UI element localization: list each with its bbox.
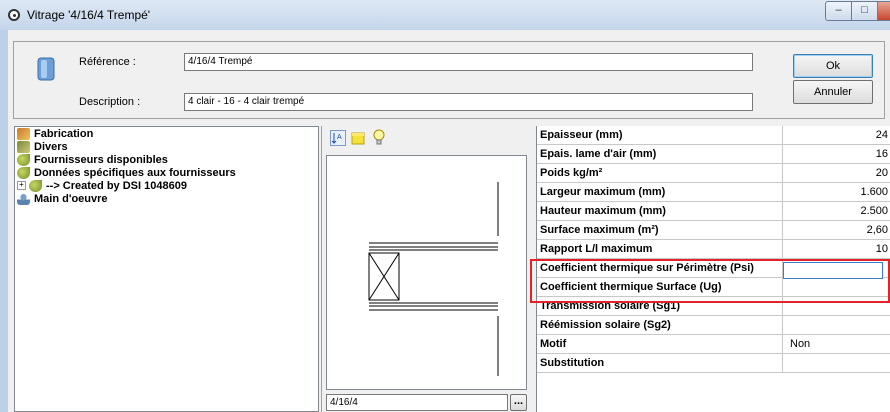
- highlight-box: [530, 259, 890, 303]
- tree-item-label: Fournisseurs disponibles: [34, 154, 168, 166]
- property-row[interactable]: Substitution: [537, 354, 890, 373]
- property-value[interactable]: 20: [784, 164, 890, 183]
- lightbulb-icon[interactable]: [371, 129, 387, 145]
- property-value[interactable]: [784, 316, 890, 335]
- tree-item-created-by[interactable]: + --> Created by DSI 1048609: [17, 180, 187, 193]
- supplier-data-icon: [17, 167, 30, 179]
- property-name: Poids kg/m²: [537, 164, 783, 183]
- dialog-window: Vitrage '4/16/4 Trempé' – □ X Référence …: [0, 0, 890, 412]
- property-value[interactable]: 24: [784, 126, 890, 145]
- tree-item-label: --> Created by DSI 1048609: [46, 180, 187, 192]
- maximize-button[interactable]: □: [851, 1, 878, 21]
- glazing-preview-canvas: [326, 155, 527, 390]
- created-icon: [29, 180, 42, 192]
- property-row[interactable]: Largeur maximum (mm) 1.600: [537, 183, 890, 202]
- tree-item-label: Divers: [34, 141, 68, 153]
- tree-item-label: Main d'oeuvre: [34, 193, 108, 205]
- property-name: Motif: [537, 335, 783, 354]
- property-value[interactable]: 2,60: [784, 221, 890, 240]
- glazing-section-drawing: [368, 182, 499, 376]
- property-row[interactable]: Epaisseur (mm) 24: [537, 126, 890, 145]
- reference-field[interactable]: 4/16/4 Trempé: [184, 53, 753, 71]
- tree-item-fabrication[interactable]: Fabrication: [17, 128, 93, 141]
- property-value[interactable]: 1.600: [784, 183, 890, 202]
- property-value[interactable]: 16: [784, 145, 890, 164]
- glazing-icon: [37, 57, 55, 81]
- property-row[interactable]: Surface maximum (m²) 2,60: [537, 221, 890, 240]
- app-icon: [8, 9, 20, 21]
- suppliers-icon: [17, 154, 30, 166]
- expand-icon[interactable]: +: [17, 181, 26, 190]
- tree-panel: Fabrication Divers Fournisseurs disponib…: [14, 126, 319, 412]
- property-value[interactable]: 10: [784, 240, 890, 259]
- glazing-code-field[interactable]: 4/16/4: [326, 394, 508, 411]
- tree-item-divers[interactable]: Divers: [17, 141, 68, 154]
- property-value[interactable]: Non: [784, 335, 890, 354]
- property-row[interactable]: Motif Non: [537, 335, 890, 354]
- tree-item-label: Données spécifiques aux fournisseurs: [34, 167, 236, 179]
- property-value[interactable]: 2.500: [784, 202, 890, 221]
- property-row[interactable]: Hauteur maximum (mm) 2.500: [537, 202, 890, 221]
- property-row[interactable]: Epais. lame d'air (mm) 16: [537, 145, 890, 164]
- property-name: Epais. lame d'air (mm): [537, 145, 783, 164]
- svg-text:A: A: [337, 134, 342, 141]
- property-name: Surface maximum (m²): [537, 221, 783, 240]
- sort-icon[interactable]: A: [330, 130, 346, 146]
- property-row[interactable]: Poids kg/m² 20: [537, 164, 890, 183]
- property-row[interactable]: Rapport L/l maximum 10: [537, 240, 890, 259]
- fabrication-icon: [17, 128, 30, 140]
- title-bar[interactable]: Vitrage '4/16/4 Trempé' – □ X: [0, 0, 890, 30]
- property-name: Largeur maximum (mm): [537, 183, 783, 202]
- property-name: Epaisseur (mm): [537, 126, 783, 145]
- tree-item-labour[interactable]: Main d'oeuvre: [17, 193, 108, 206]
- close-button[interactable]: X: [877, 1, 890, 21]
- property-row[interactable]: Réémission solaire (Sg2): [537, 316, 890, 335]
- tree-item-suppliers[interactable]: Fournisseurs disponibles: [17, 154, 168, 167]
- minimize-button[interactable]: –: [825, 1, 852, 21]
- browse-button[interactable]: ...: [510, 394, 527, 411]
- cancel-button[interactable]: Annuler: [793, 80, 873, 104]
- property-name: Réémission solaire (Sg2): [537, 316, 783, 335]
- property-name: Rapport L/l maximum: [537, 240, 783, 259]
- reference-label: Référence :: [79, 56, 136, 68]
- window-title: Vitrage '4/16/4 Trempé': [27, 8, 151, 22]
- note-icon[interactable]: [350, 130, 366, 146]
- property-name: Substitution: [537, 354, 783, 373]
- tree-item-label: Fabrication: [34, 128, 94, 140]
- description-label: Description :: [79, 96, 141, 108]
- tree-item-supplier-data[interactable]: Données spécifiques aux fournisseurs: [17, 167, 236, 180]
- ok-button[interactable]: Ok: [793, 54, 873, 78]
- property-name: Hauteur maximum (mm): [537, 202, 783, 221]
- labour-icon: [17, 193, 30, 205]
- divers-icon: [17, 141, 30, 153]
- property-value[interactable]: [784, 354, 890, 373]
- description-field[interactable]: 4 clair - 16 - 4 clair trempé: [184, 93, 753, 111]
